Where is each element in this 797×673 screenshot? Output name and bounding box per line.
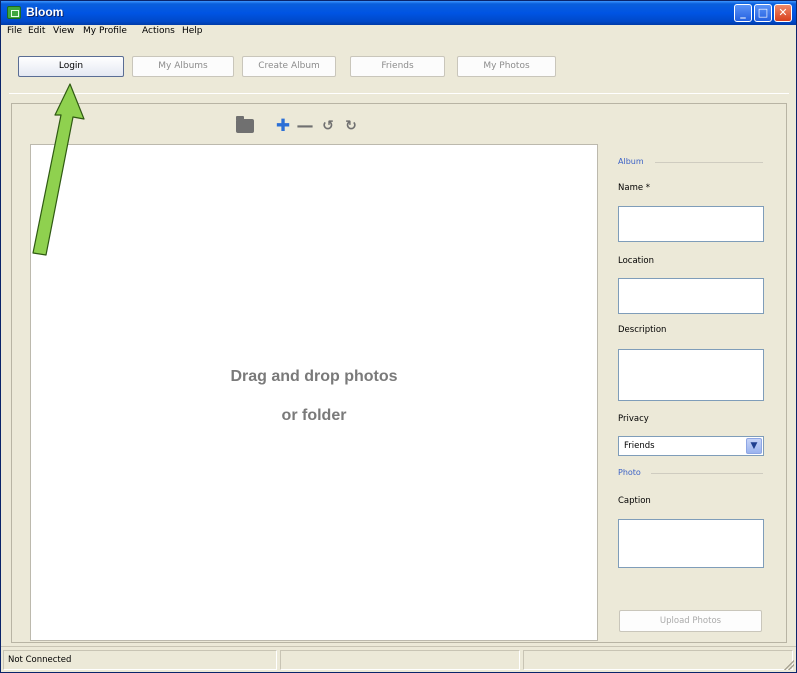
menu-bar: File Edit View My Profile Actions Help [1, 25, 796, 40]
maximize-icon[interactable]: □ [754, 4, 772, 22]
resize-grip-icon[interactable] [784, 660, 794, 670]
chevron-down-icon[interactable]: ▼ [746, 438, 762, 454]
rotate-left-icon[interactable]: ↺ [317, 115, 339, 137]
photo-section-divider [651, 473, 763, 474]
location-label: Location [618, 256, 654, 266]
photo-drop-area[interactable]: Drag and drop photos or folder [30, 144, 598, 641]
status-pane-middle [280, 650, 520, 670]
drop-hint-line1: Drag and drop photos [230, 368, 398, 385]
privacy-label: Privacy [618, 414, 649, 424]
title-bar[interactable]: Bloom _ □ ✕ [1, 1, 796, 25]
drop-hint-line2: or folder [281, 407, 347, 424]
rotate-right-icon[interactable]: ↻ [340, 115, 362, 137]
add-icon[interactable]: ✚ [272, 115, 294, 137]
menu-file[interactable]: File [7, 26, 22, 36]
menu-my-profile[interactable]: My Profile [83, 26, 127, 36]
friends-button[interactable]: Friends [350, 56, 445, 77]
connection-status: Not Connected [8, 655, 72, 665]
create-album-button[interactable]: Create Album [242, 56, 336, 77]
album-section-label: Album [618, 157, 644, 166]
menu-actions[interactable]: Actions [142, 26, 175, 36]
app-window: Bloom _ □ ✕ File Edit View My Profile Ac… [0, 0, 797, 673]
location-field[interactable] [618, 278, 764, 314]
description-field[interactable] [618, 349, 764, 401]
close-icon[interactable]: ✕ [774, 4, 792, 22]
my-photos-button[interactable]: My Photos [457, 56, 556, 77]
status-pane-right [523, 650, 793, 670]
description-label: Description [618, 325, 667, 335]
privacy-select[interactable]: Friends ▼ [618, 436, 764, 456]
photo-section-label: Photo [618, 468, 641, 477]
upload-photos-button[interactable]: Upload Photos [619, 610, 762, 632]
menu-help[interactable]: Help [182, 26, 203, 36]
privacy-value: Friends [624, 441, 655, 451]
window-title: Bloom [26, 5, 64, 19]
album-section-divider [655, 162, 763, 163]
login-button[interactable]: Login [18, 56, 124, 77]
menu-view[interactable]: View [53, 26, 74, 36]
menu-edit[interactable]: Edit [28, 26, 45, 36]
status-pane-connection: Not Connected [3, 650, 277, 670]
my-albums-button[interactable]: My Albums [132, 56, 234, 77]
name-label: Name * [618, 183, 651, 193]
minimize-icon[interactable]: _ [734, 4, 752, 22]
caption-label: Caption [618, 496, 651, 506]
app-icon [7, 6, 21, 19]
nav-divider [9, 93, 789, 94]
name-field[interactable] [618, 206, 764, 242]
folder-icon[interactable] [234, 115, 256, 137]
photo-toolbar: ✚ — ↺ ↻ [30, 111, 598, 143]
caption-field[interactable] [618, 519, 764, 568]
status-bar: Not Connected [1, 646, 796, 672]
remove-icon[interactable]: — [294, 115, 316, 137]
